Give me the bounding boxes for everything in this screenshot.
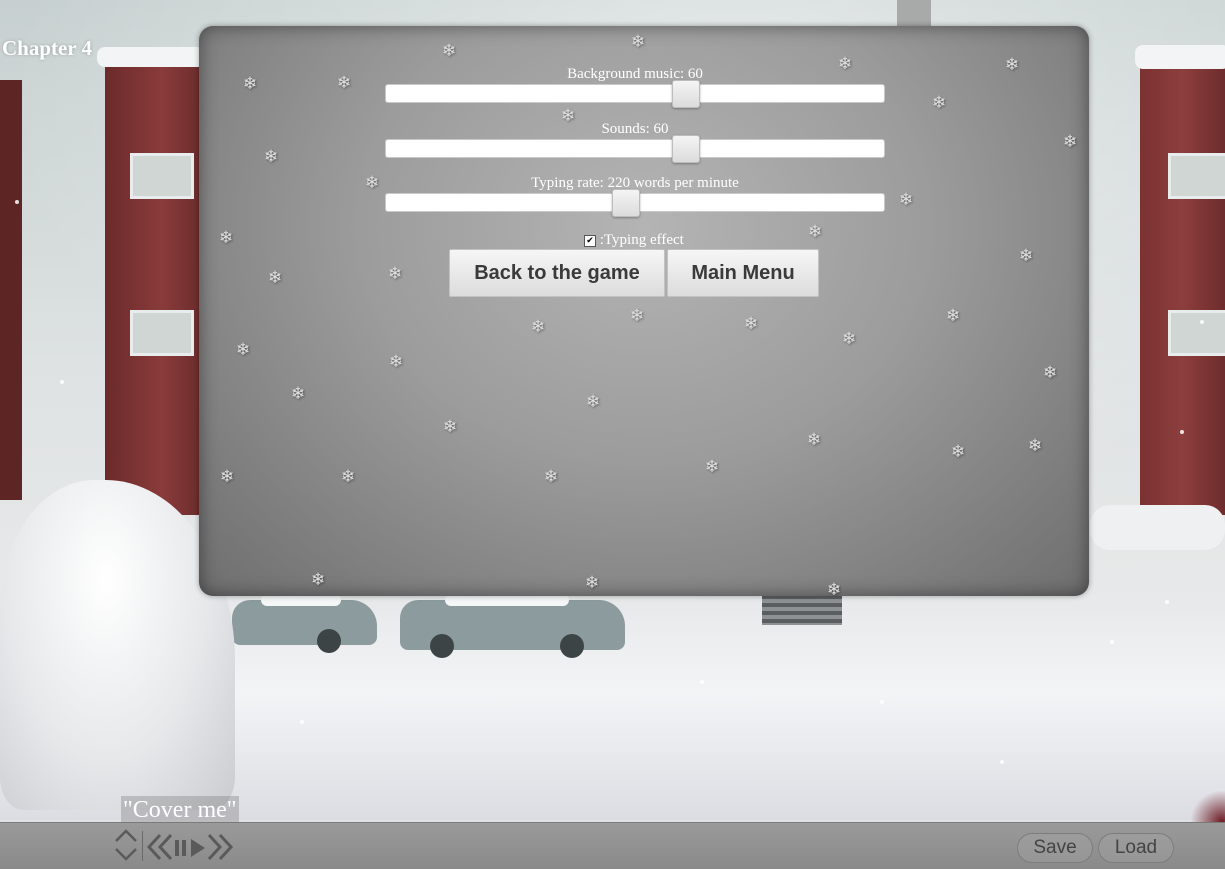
snowflake-icon: ❄	[365, 173, 380, 193]
sounds-slider[interactable]	[385, 135, 885, 163]
building-far-left	[0, 80, 22, 500]
snowflake-icon: ❄	[388, 264, 403, 284]
typing-rate-slider-thumb[interactable]	[612, 189, 641, 217]
snowflake-icon: ❄	[899, 190, 914, 210]
snowflake-icon: ❄	[1028, 436, 1043, 456]
snowflake-icon: ❄	[705, 457, 720, 477]
snowflake-icon: ❄	[236, 340, 251, 360]
car	[232, 594, 377, 653]
snowflake-icon: ❄	[946, 306, 961, 326]
snowflake-icon: ❄	[311, 570, 326, 590]
rewind-icon[interactable]	[146, 833, 174, 865]
snowflake-icon: ❄	[586, 392, 601, 412]
typing-effect-checkbox[interactable]: ✔	[584, 235, 596, 247]
typing-rate-setting: Typing rate: 220 words per minute	[385, 175, 885, 217]
fast-forward-icon[interactable]	[206, 833, 234, 865]
snowflake-icon: ❄	[630, 306, 645, 326]
stairs	[762, 595, 842, 625]
typing-rate-slider[interactable]	[385, 189, 885, 217]
save-button[interactable]: Save	[1017, 833, 1093, 863]
snowflake-icon: ❄	[243, 74, 258, 94]
building-left	[97, 47, 207, 515]
snowflake-icon: ❄	[631, 32, 646, 52]
play-icon[interactable]	[190, 839, 206, 861]
snow-bank	[1090, 505, 1225, 550]
snowflake-icon: ❄	[264, 147, 279, 167]
dialogue-text: "Cover me"	[121, 796, 239, 824]
snowflake-icon: ❄	[808, 222, 823, 242]
snowflake-icon: ❄	[341, 467, 356, 487]
chapter-title: Chapter 4	[2, 36, 93, 60]
snowflake-icon: ❄	[585, 573, 600, 593]
scroll-up-down-icon[interactable]	[114, 827, 138, 867]
load-button[interactable]: Load	[1098, 833, 1174, 863]
sounds-slider-thumb[interactable]	[671, 135, 700, 163]
building-right	[1135, 45, 1225, 515]
car	[400, 594, 625, 658]
separator	[142, 831, 143, 861]
snowflake-icon: ❄	[1063, 132, 1078, 152]
bottom-control-bar: Save Load	[0, 822, 1225, 869]
snowflake-icon: ❄	[807, 430, 822, 450]
snowflake-icon: ❄	[544, 467, 559, 487]
music-slider[interactable]	[385, 80, 885, 108]
sounds-label: Sounds: 60	[601, 121, 669, 137]
pause-icon[interactable]	[174, 840, 188, 860]
snowflake-icon: ❄	[220, 467, 235, 487]
settings-panel: ❄ ❄ ❄ ❄ ❄ ❄ ❄ ❄ ❄ ❄ ❄ ❄ ❄ ❄ ❄ ❄ ❄ ❄ ❄ ❄ …	[199, 26, 1089, 596]
snowflake-icon: ❄	[1019, 246, 1034, 266]
snowflake-icon: ❄	[1043, 363, 1058, 383]
snowflake-icon: ❄	[291, 384, 306, 404]
back-to-game-button[interactable]: Back to the game	[449, 249, 665, 297]
music-slider-thumb[interactable]	[671, 80, 700, 108]
snowflake-icon: ❄	[442, 41, 457, 61]
snowflake-icon: ❄	[744, 314, 759, 334]
snowflake-icon: ❄	[842, 329, 857, 349]
snowflake-icon: ❄	[1005, 55, 1020, 75]
sounds-setting: Sounds: 60	[385, 121, 885, 163]
snowflake-icon: ❄	[268, 268, 283, 288]
snowflake-icon: ❄	[443, 417, 458, 437]
main-menu-button[interactable]: Main Menu	[667, 249, 819, 297]
snowflake-icon: ❄	[219, 228, 234, 248]
music-setting: Background music: 60	[385, 66, 885, 108]
music-label: Background music: 60	[567, 66, 703, 82]
snowflake-icon: ❄	[389, 352, 404, 372]
typing-effect-label: :Typing effect	[599, 232, 684, 248]
snowflake-icon: ❄	[531, 317, 546, 337]
snowflake-icon: ❄	[932, 93, 947, 113]
snowflake-icon: ❄	[951, 442, 966, 462]
snowflake-icon: ❄	[827, 580, 842, 597]
typing-effect-row: ✔ :Typing effect	[584, 232, 684, 249]
snowflake-icon: ❄	[337, 73, 352, 93]
